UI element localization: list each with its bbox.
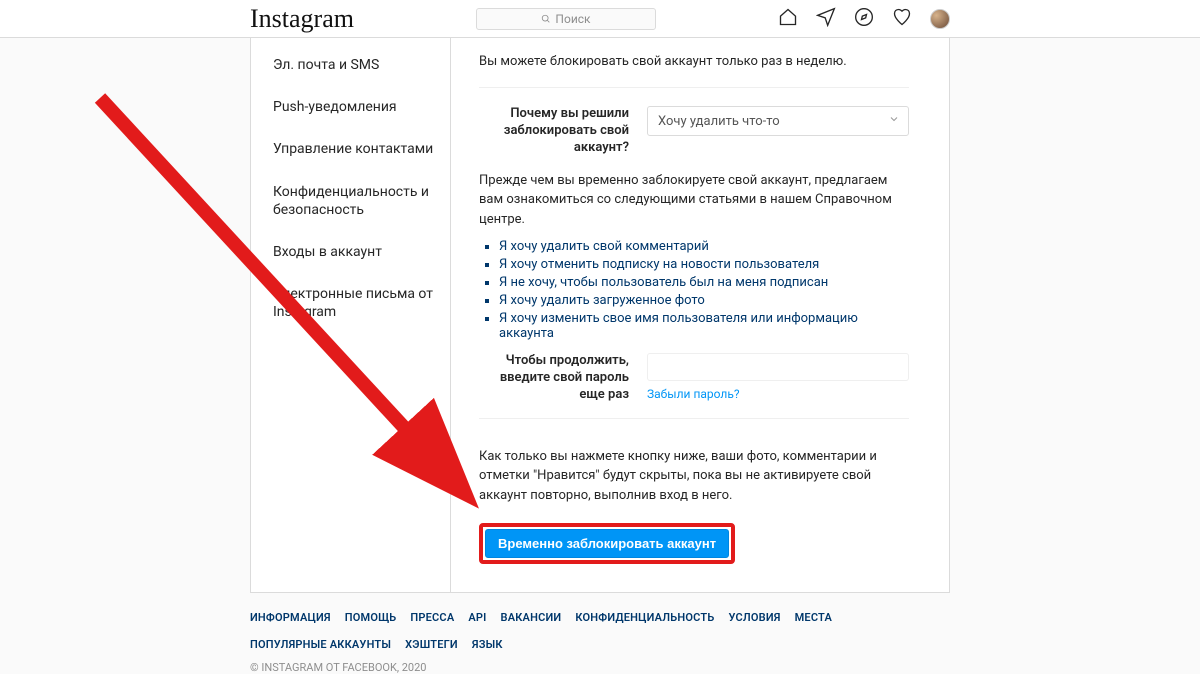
home-icon[interactable] — [778, 7, 798, 31]
search-input[interactable]: Поиск — [476, 8, 656, 30]
footer-link[interactable]: ПОМОЩЬ — [345, 611, 397, 624]
sidebar-item-email-sms[interactable]: Эл. почта и SMS — [251, 44, 450, 86]
sidebar: Эл. почта и SMS Push-уведомления Управле… — [251, 38, 451, 592]
sidebar-item-label: Push-уведомления — [273, 99, 397, 115]
sidebar-item-label: Эл. почта и SMS — [273, 57, 379, 73]
top-bar: Instagram Поиск — [0, 0, 1200, 38]
sidebar-item-label: Электронные письма от Instagram — [273, 286, 433, 320]
brand-logo[interactable]: Instagram — [250, 4, 354, 34]
sidebar-item-label: Управление контактами — [273, 141, 433, 157]
content: Вы можете блокировать свой аккаунт тольк… — [451, 38, 949, 592]
help-link[interactable]: Я хочу удалить загруженное фото — [499, 293, 705, 308]
sidebar-item-contacts[interactable]: Управление контактами — [251, 128, 450, 170]
search-placeholder: Поиск — [555, 12, 590, 26]
sidebar-item-privacy[interactable]: Конфиденциальность и безопасность — [251, 171, 450, 231]
footer-copyright: © INSTAGRAM ОТ FACEBOOK, 2020 — [250, 661, 950, 674]
footer-link[interactable]: КОНФИДЕНЦИАЛЬНОСТЬ — [575, 611, 714, 624]
help-link[interactable]: Я хочу отменить подписку на новости поль… — [499, 257, 819, 272]
messages-icon[interactable] — [816, 7, 836, 31]
footer-link[interactable]: ПОПУЛЯРНЫЕ АККАУНТЫ — [250, 638, 391, 651]
final-note: Как только вы нажмете кнопку ниже, ваши … — [479, 447, 909, 506]
forgot-password-link[interactable]: Забыли пароль? — [647, 387, 740, 401]
help-link[interactable]: Я хочу изменить свое имя пользователя ил… — [499, 311, 858, 341]
sidebar-item-emails-from-ig[interactable]: Электронные письма от Instagram — [251, 273, 450, 333]
footer-link[interactable]: ЯЗЫК — [472, 638, 503, 651]
intro-text: Вы можете блокировать свой аккаунт тольк… — [479, 54, 909, 69]
chevron-down-icon — [888, 113, 900, 129]
footer-links: ИНФОРМАЦИЯ ПОМОЩЬ ПРЕССА API ВАКАНСИИ КО… — [250, 611, 950, 651]
sidebar-item-label: Конфиденциальность и безопасность — [273, 184, 429, 218]
footer-link[interactable]: ПРЕССА — [410, 611, 454, 624]
help-link[interactable]: Я не хочу, чтобы пользователь был на мен… — [499, 275, 828, 290]
disable-account-button[interactable]: Временно заблокировать аккаунт — [485, 529, 729, 558]
explore-icon[interactable] — [854, 7, 874, 31]
password-input[interactable] — [647, 353, 909, 381]
page: Эл. почта и SMS Push-уведомления Управле… — [0, 38, 1200, 593]
nav-icons — [778, 7, 950, 31]
reason-select[interactable]: Хочу удалить что-то — [647, 106, 909, 136]
footer-link[interactable]: API — [468, 611, 486, 624]
help-link[interactable]: Я хочу удалить свой комментарий — [499, 239, 709, 254]
sidebar-item-login-activity[interactable]: Входы в аккаунт — [251, 231, 450, 273]
avatar[interactable] — [930, 9, 950, 29]
password-row: Чтобы продолжить, введите свой пароль ещ… — [479, 353, 909, 404]
password-label: Чтобы продолжить, введите свой пароль ещ… — [479, 353, 629, 404]
footer-link[interactable]: ВАКАНСИИ — [501, 611, 562, 624]
activity-icon[interactable] — [892, 7, 912, 31]
footer-link[interactable]: МЕСТА — [795, 611, 832, 624]
footer: ИНФОРМАЦИЯ ПОМОЩЬ ПРЕССА API ВАКАНСИИ КО… — [250, 611, 950, 674]
footer-link[interactable]: ИНФОРМАЦИЯ — [250, 611, 331, 624]
help-intro: Прежде чем вы временно заблокируете свой… — [479, 171, 909, 230]
footer-link[interactable]: ХЭШТЕГИ — [405, 638, 458, 651]
reason-selected-value: Хочу удалить что-то — [658, 114, 780, 129]
separator — [479, 87, 909, 88]
annotation-highlight: Временно заблокировать аккаунт — [479, 523, 735, 564]
footer-link[interactable]: УСЛОВИЯ — [728, 611, 780, 624]
settings-card: Эл. почта и SMS Push-уведомления Управле… — [250, 38, 950, 593]
reason-row: Почему вы решили заблокировать свой акка… — [479, 106, 909, 157]
help-links: Я хочу удалить свой комментарий Я хочу о… — [479, 239, 909, 341]
search-icon — [541, 14, 551, 24]
sidebar-item-label: Входы в аккаунт — [273, 244, 382, 260]
top-bar-inner: Instagram Поиск — [250, 4, 950, 34]
reason-label: Почему вы решили заблокировать свой акка… — [479, 106, 629, 157]
separator — [479, 418, 909, 419]
sidebar-item-push[interactable]: Push-уведомления — [251, 86, 450, 128]
